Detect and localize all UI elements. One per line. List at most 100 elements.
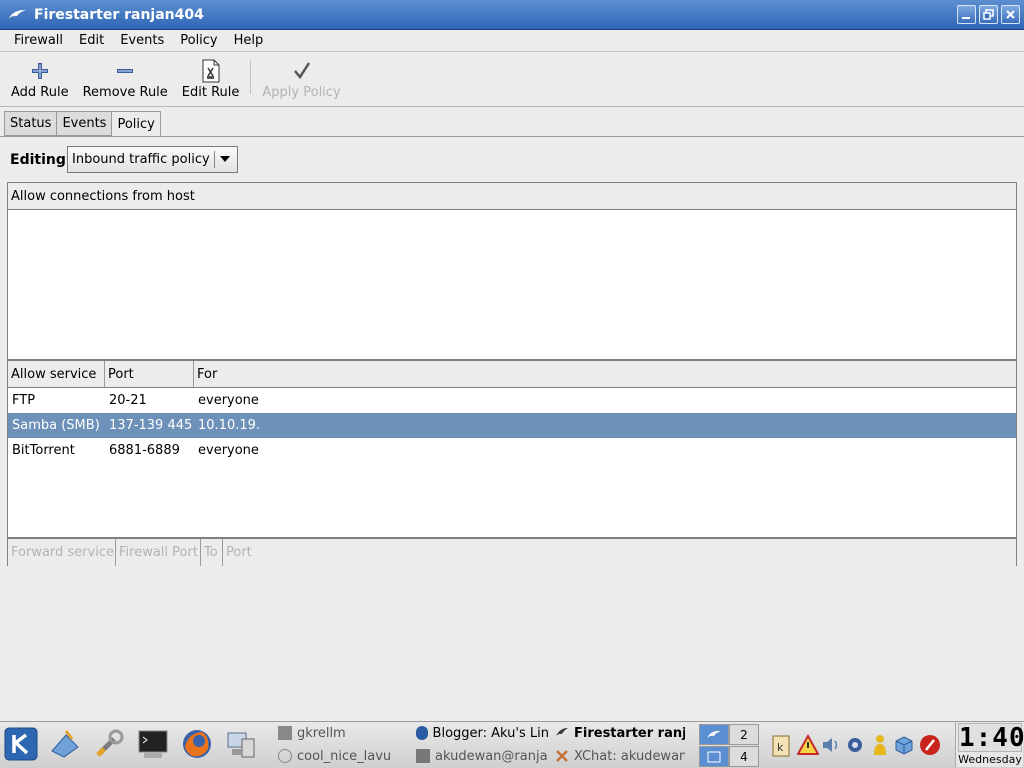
chevron-down-icon — [220, 156, 230, 162]
cell-port: 20-21 — [109, 393, 147, 408]
menu-policy[interactable]: Policy — [172, 33, 225, 48]
edit-rule-label: Edit Rule — [181, 85, 240, 100]
menu-help[interactable]: Help — [226, 33, 272, 48]
cell-port: 137-139 445 — [109, 418, 193, 433]
column-header-allow-service[interactable]: Allow service — [8, 361, 105, 387]
table-row[interactable]: BitTorrent 6881-6889 everyone — [8, 438, 1016, 463]
settings-wrench-icon[interactable] — [91, 726, 127, 762]
task-label: XChat: akudewan — [574, 748, 685, 764]
remove-rule-label: Remove Rule — [82, 85, 168, 100]
cell-for: everyone — [198, 443, 259, 458]
pager-desktop-4[interactable]: 4 — [729, 746, 759, 767]
svg-text:k: k — [777, 741, 784, 754]
task-label: Firestarter ranj — [574, 725, 685, 741]
forward-list[interactable]: Forward service Firewall Port To Port — [7, 538, 1017, 566]
tab-status[interactable]: Status — [4, 111, 57, 136]
task-gkrellm[interactable]: gkrellm — [278, 723, 408, 743]
combo-separator — [214, 151, 215, 168]
remove-rule-button[interactable]: Remove Rule — [76, 59, 175, 100]
menu-edit[interactable]: Edit — [71, 33, 112, 48]
network-status-icon[interactable] — [844, 728, 866, 762]
firestarter-icon — [555, 726, 569, 740]
minus-icon — [113, 59, 137, 83]
tab-bar: Status Events Policy — [4, 111, 161, 137]
warning-icon[interactable] — [797, 728, 819, 762]
firestarter-icon — [8, 9, 26, 18]
toolbar-separator — [250, 59, 252, 94]
column-header-firewall-port[interactable]: Firewall Port — [116, 539, 201, 566]
kde-menu-icon[interactable] — [3, 726, 39, 762]
task-xchat[interactable]: XChat: akudewan — [555, 746, 685, 766]
column-header-for[interactable]: For — [194, 361, 1016, 387]
task-label: gkrellm — [297, 725, 346, 741]
add-rule-label: Add Rule — [11, 85, 69, 100]
messenger-icon[interactable] — [869, 728, 891, 762]
editing-label: Editing — [10, 152, 66, 168]
window-icon — [707, 751, 721, 762]
power-icon[interactable] — [918, 728, 942, 762]
minimize-button[interactable] — [957, 5, 976, 24]
task-blogger[interactable]: Blogger: Aku's Lin — [416, 723, 549, 743]
apply-policy-label: Apply Policy — [262, 85, 341, 100]
klipper-icon[interactable]: k — [770, 728, 792, 762]
tab-events[interactable]: Events — [56, 111, 112, 136]
cell-port: 6881-6889 — [109, 443, 180, 458]
window-title: Firestarter ranjan404 — [34, 6, 204, 23]
package-icon[interactable] — [893, 728, 915, 762]
table-row[interactable]: FTP 20-21 everyone — [8, 388, 1016, 413]
cell-for: everyone — [198, 393, 259, 408]
maximize-button[interactable] — [979, 5, 998, 24]
task-label: cool_nice_lavu — [297, 748, 392, 764]
add-rule-button[interactable]: Add Rule — [4, 59, 76, 100]
window-titlebar[interactable]: Firestarter ranjan404 — [0, 0, 1024, 30]
plus-icon — [28, 59, 52, 83]
firefox-icon[interactable] — [179, 726, 215, 762]
firestarter-icon — [707, 730, 721, 738]
cell-for: 10.10.19. — [198, 418, 261, 433]
menu-events[interactable]: Events — [112, 33, 172, 48]
task-cool-nice-lavu[interactable]: cool_nice_lavu — [278, 746, 408, 766]
pager-desktop-3[interactable] — [699, 746, 729, 767]
column-header-to[interactable]: To — [201, 539, 223, 566]
clock-day: Wednesday — [958, 753, 1022, 766]
column-header-port[interactable]: Port — [105, 361, 194, 387]
minimize-icon — [962, 17, 970, 19]
close-icon — [1006, 10, 1015, 19]
policy-select-value: Inbound traffic policy — [72, 152, 210, 167]
toolbar: Add Rule Remove Rule Edit Rule Apply Pol… — [0, 53, 1024, 107]
task-firestarter[interactable]: Firestarter ranj — [555, 723, 685, 743]
column-header-allow-host[interactable]: Allow connections from host — [8, 183, 1016, 209]
desktop-icon[interactable] — [47, 726, 83, 762]
column-header-forward-port[interactable]: Port — [223, 539, 1016, 566]
xchat-icon — [555, 749, 569, 763]
tab-policy[interactable]: Policy — [111, 111, 161, 137]
task-label: akudewan@ranja — [435, 748, 548, 764]
hosts-list[interactable]: Allow connections from host — [7, 182, 1017, 360]
pager-desktop-1[interactable] — [699, 724, 729, 745]
services-list[interactable]: Allow service Port For FTP 20-21 everyon… — [7, 360, 1017, 538]
policy-select[interactable]: Inbound traffic policy — [67, 146, 238, 173]
globe-icon — [416, 726, 428, 740]
hosts-list-header: Allow connections from host — [8, 183, 1016, 210]
network-computer-icon[interactable] — [223, 726, 259, 762]
menu-firewall[interactable]: Firewall — [6, 33, 71, 48]
terminal-icon — [416, 749, 430, 763]
cell-service: BitTorrent — [12, 443, 75, 458]
cell-service: Samba (SMB) — [12, 418, 100, 433]
services-list-header: Allow service Port For — [8, 361, 1016, 388]
forward-list-header: Forward service Firewall Port To Port — [8, 539, 1016, 566]
desktop-pager: 2 4 — [697, 723, 759, 767]
clock-time: 1:40 — [958, 723, 1024, 753]
pager-desktop-2[interactable]: 2 — [729, 724, 759, 745]
apply-policy-button[interactable]: Apply Policy — [255, 59, 347, 100]
checkmark-icon — [290, 59, 314, 83]
close-button[interactable] — [1001, 5, 1020, 24]
edit-rule-button[interactable]: Edit Rule — [175, 59, 247, 100]
volume-icon[interactable] — [820, 728, 842, 762]
column-header-forward-service[interactable]: Forward service — [8, 539, 116, 566]
task-terminal-akudewan[interactable]: akudewan@ranja — [416, 746, 549, 766]
table-row-selected[interactable]: Samba (SMB) 137-139 445 10.10.19. — [8, 413, 1016, 438]
clock[interactable]: 1:40 Wednesday — [955, 722, 1024, 767]
terminal-icon[interactable] — [135, 726, 171, 762]
gkrellm-icon — [278, 726, 292, 740]
